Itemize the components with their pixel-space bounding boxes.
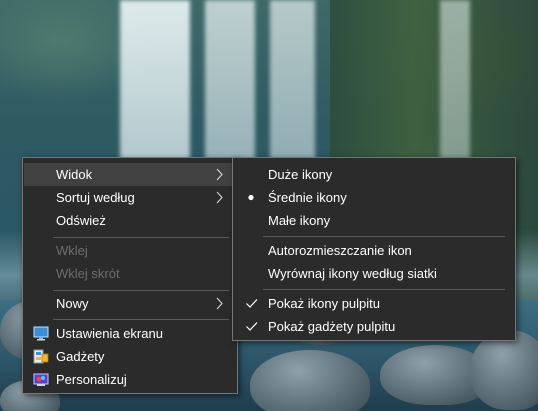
menu-item-label: Widok bbox=[56, 167, 93, 182]
menu-item-refresh[interactable]: Odśwież bbox=[24, 209, 236, 232]
wallpaper-rock bbox=[250, 350, 370, 411]
menu-item-sort-by[interactable]: Sortuj według bbox=[24, 186, 236, 209]
menu-item-new[interactable]: Nowy bbox=[24, 292, 236, 315]
menu-item-label: Wklej skrót bbox=[56, 266, 120, 281]
chevron-right-icon bbox=[216, 168, 223, 181]
menu-item-label: Personalizuj bbox=[56, 372, 127, 387]
menu-item-large-icons[interactable]: Duże ikony bbox=[234, 163, 514, 186]
menu-item-paste-shortcut[interactable]: Wklej skrót bbox=[24, 262, 236, 285]
menu-item-auto-arrange-icons[interactable]: Autorozmieszczanie ikon bbox=[234, 239, 514, 262]
menu-item-label: Gadżety bbox=[56, 349, 105, 364]
menu-item-medium-icons[interactable]: Średnie ikony bbox=[234, 186, 514, 209]
gadgets-icon bbox=[33, 349, 49, 364]
menu-separator bbox=[263, 289, 505, 290]
menu-item-label: Sortuj według bbox=[56, 190, 135, 205]
menu-separator bbox=[53, 237, 229, 238]
chevron-right-icon bbox=[216, 297, 223, 310]
menu-item-view[interactable]: Widok bbox=[24, 163, 236, 186]
menu-item-label: Pokaż ikony pulpitu bbox=[268, 296, 381, 311]
menu-item-label: Ustawienia ekranu bbox=[56, 326, 163, 341]
menu-item-align-icons-to-grid[interactable]: Wyrównaj ikony według siatki bbox=[234, 262, 514, 285]
menu-separator bbox=[53, 290, 229, 291]
desktop-context-menu: Widok Sortuj według Odśwież Wklej Wklej … bbox=[22, 157, 238, 394]
menu-item-show-desktop-icons[interactable]: Pokaż ikony pulpitu bbox=[234, 292, 514, 315]
menu-item-personalize[interactable]: Personalizuj bbox=[24, 368, 236, 391]
menu-item-label: Duże ikony bbox=[268, 167, 333, 182]
menu-item-show-desktop-gadgets[interactable]: Pokaż gadżety pulpitu bbox=[234, 315, 514, 338]
display-settings-icon bbox=[33, 326, 49, 341]
checkmark-icon bbox=[246, 299, 258, 308]
checkmark-icon bbox=[246, 322, 258, 331]
menu-item-display-settings[interactable]: Ustawienia ekranu bbox=[24, 322, 236, 345]
menu-item-label: Wklej bbox=[56, 243, 88, 258]
personalize-icon bbox=[33, 373, 49, 386]
menu-item-label: Autorozmieszczanie ikon bbox=[268, 243, 412, 258]
menu-item-label: Odśwież bbox=[56, 213, 106, 228]
menu-item-label: Pokaż gadżety pulpitu bbox=[268, 319, 396, 334]
menu-item-gadgets[interactable]: Gadżety bbox=[24, 345, 236, 368]
menu-item-label: Małe ikony bbox=[268, 213, 331, 228]
menu-item-paste[interactable]: Wklej bbox=[24, 239, 236, 262]
wallpaper-rock bbox=[470, 330, 538, 410]
menu-separator bbox=[53, 319, 229, 320]
chevron-right-icon bbox=[216, 191, 223, 204]
radio-bullet-icon bbox=[248, 194, 254, 201]
menu-item-label: Nowy bbox=[56, 296, 89, 311]
menu-item-label: Średnie ikony bbox=[268, 190, 347, 205]
menu-separator bbox=[263, 236, 505, 237]
view-submenu: Duże ikony Średnie ikony Małe ikony Auto… bbox=[232, 157, 516, 341]
menu-item-label: Wyrównaj ikony według siatki bbox=[268, 266, 437, 281]
menu-item-small-icons[interactable]: Małe ikony bbox=[234, 209, 514, 232]
